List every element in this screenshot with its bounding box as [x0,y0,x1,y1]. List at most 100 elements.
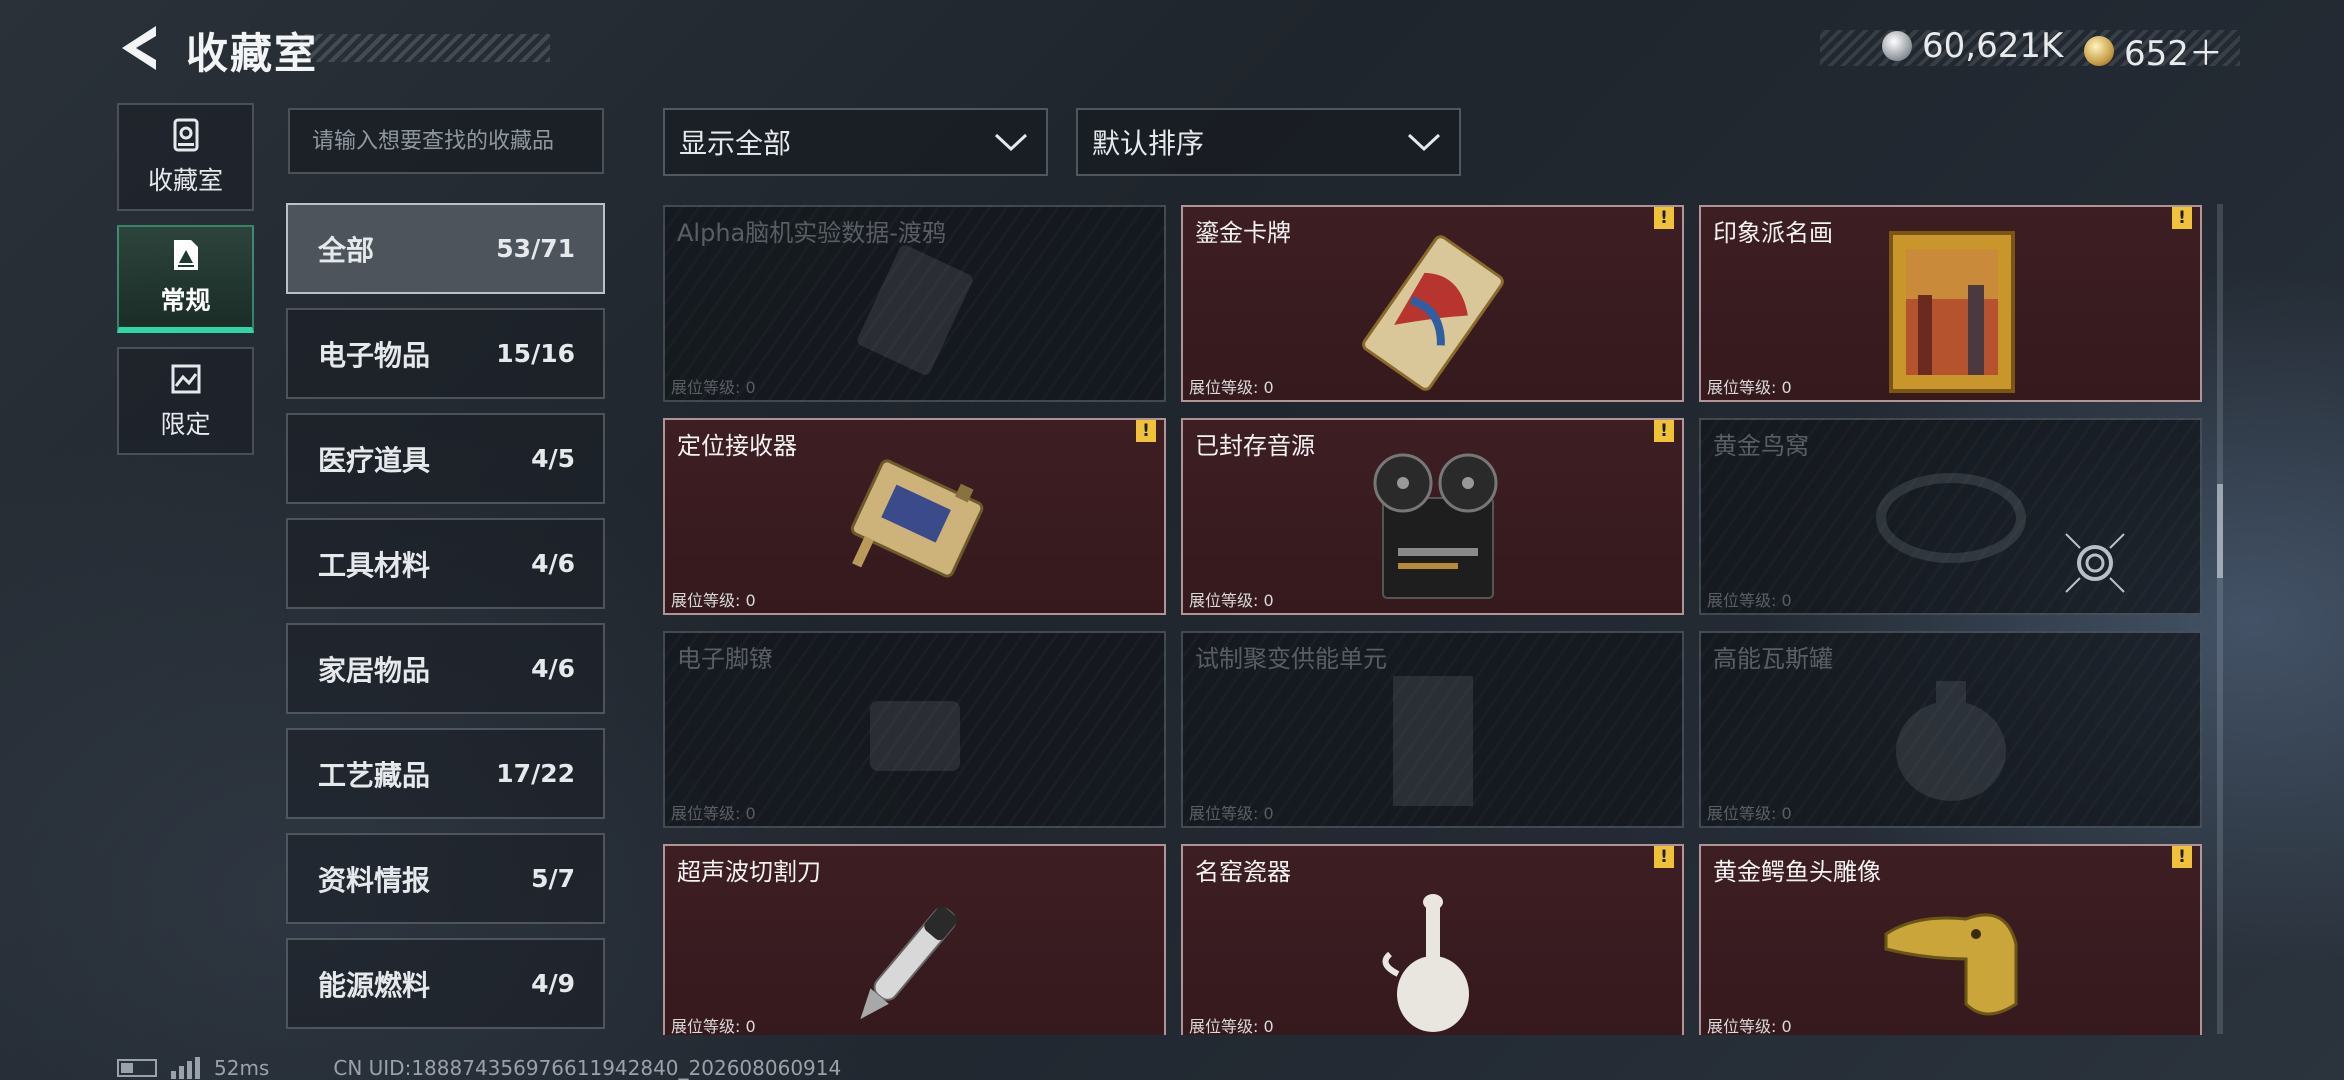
category-tools[interactable]: 工具材料 4/6 [286,518,605,609]
category-count: 53/71 [496,234,575,263]
ping-value: 52ms [214,1056,270,1080]
category-count: 15/16 [496,339,575,368]
side-nav-label: 常规 [160,286,211,315]
category-name: 电子物品 [318,338,431,372]
new-badge: ! [2172,207,2192,229]
data-drive-art [856,245,973,375]
chevron-down-icon [994,133,1028,152]
scrollbar-track[interactable] [2217,204,2223,1034]
category-count: 4/6 [531,549,575,578]
card-level: 展位等级: 0 [671,591,756,610]
category-all[interactable]: 全部 53/71 [286,203,605,294]
card-level: 展位等级: 0 [1189,804,1274,823]
category-count: 4/5 [531,444,575,473]
category-medical[interactable]: 医疗道具 4/5 [286,413,605,504]
card-name: 名窑瓷器 [1195,858,1291,886]
chevron-down-icon [1407,133,1441,152]
category-crafts[interactable]: 工艺藏品 17/22 [286,728,605,819]
category-energy[interactable]: 能源燃料 4/9 [286,938,605,1029]
crocodile-head-art [1884,913,2017,1016]
painting-art [1888,231,2015,393]
category-name: 医疗道具 [318,443,431,477]
back-arrow-icon[interactable] [116,22,162,74]
porcelain-art [1382,894,1469,1032]
category-name: 家居物品 [318,653,431,687]
knife-art [859,906,957,1020]
side-nav-vault[interactable]: 收藏室 [117,103,254,211]
collection-card[interactable]: 试制聚变供能单元 展位等级: 0 [1181,631,1684,828]
category-electronics[interactable]: 电子物品 15/16 [286,308,605,399]
card-level: 展位等级: 0 [671,378,756,397]
card-name: 鎏金卡牌 [1195,219,1291,247]
collection-card[interactable]: 黄金鳄鱼头雕像 ! 展位等级: 0 [1699,844,2202,1035]
new-badge: ! [1654,207,1674,229]
display-filter-value: 显示全部 [679,127,792,160]
collection-card[interactable]: 定位接收器 ! 展位等级: 0 [663,418,1166,615]
new-badge: ! [1136,420,1156,442]
collection-card[interactable]: 印象派名画 ! 展位等级: 0 [1699,205,2202,402]
card-name: 印象派名画 [1713,219,1833,247]
collection-card[interactable]: 电子脚镣 展位等级: 0 [663,631,1166,828]
shackle-art [869,701,960,771]
category-name: 工具材料 [318,548,431,582]
card-level: 展位等级: 0 [1189,1017,1274,1035]
silver-coin-icon [1882,31,1912,61]
vault-icon [173,118,198,152]
collection-grid: Alpha脑机实验数据-渡鸦 展位等级: 0 鎏金卡牌 ! 展位等级: 0 印象… [663,205,2203,1035]
category-name: 资料情报 [318,863,431,897]
scrollbar-thumb[interactable] [2217,484,2223,578]
category-intel[interactable]: 资料情报 5/7 [286,833,605,924]
card-name: 黄金鸟窝 [1713,432,1809,460]
gilded-card-art [1361,235,1504,391]
collection-card[interactable]: 鎏金卡牌 ! 展位等级: 0 [1181,205,1684,402]
new-badge: ! [1654,846,1674,868]
receiver-art [850,459,983,578]
category-name: 工艺藏品 [318,758,431,792]
side-nav-regular[interactable]: 常规 [117,225,254,333]
category-list: 全部 53/71 电子物品 15/16 医疗道具 4/5 工具材料 4/6 家居… [286,203,605,1043]
gold-coin-icon [2084,35,2114,66]
card-level: 展位等级: 0 [1707,804,1792,823]
sort-value: 默认排序 [1092,127,1205,160]
card-level: 展位等级: 0 [1707,1017,1792,1035]
status-footer: 52ms CN UID:188874356976611942840_202608… [117,1056,841,1080]
side-nav-label: 收藏室 [147,166,223,195]
tape-recorder-art [1373,453,1497,599]
gold-currency[interactable]: 652＋ [2084,26,2223,75]
collection-card[interactable]: 黄金鸟窝 展位等级: 0 [1699,418,2202,615]
collection-card[interactable]: 高能瓦斯罐 展位等级: 0 [1699,631,2202,828]
card-name: 试制聚变供能单元 [1195,645,1387,673]
fusion-unit-art [1392,676,1473,806]
card-name: 超声波切割刀 [677,858,821,886]
signal-icon [171,1057,200,1079]
card-level: 展位等级: 0 [671,1017,756,1035]
collection-card[interactable]: Alpha脑机实验数据-渡鸦 展位等级: 0 [663,205,1166,402]
category-count: 5/7 [531,864,575,893]
page-title: 收藏室 [186,29,319,78]
display-filter-dropdown[interactable]: 显示全部 [663,108,1048,176]
card-name: 高能瓦斯罐 [1713,645,1833,673]
sort-dropdown[interactable]: 默认排序 [1076,108,1461,176]
target-icon[interactable] [2062,530,2128,596]
category-name: 能源燃料 [318,968,431,1002]
card-level: 展位等级: 0 [1707,378,1792,397]
category-count: 4/6 [531,654,575,683]
collection-card[interactable]: 名窑瓷器 ! 展位等级: 0 [1181,844,1684,1035]
silver-currency: 60,621K [1882,26,2063,66]
silver-amount: 60,621K [1922,26,2064,66]
category-household[interactable]: 家居物品 4/6 [286,623,605,714]
picture-icon [171,364,200,394]
card-level: 展位等级: 0 [1707,591,1792,610]
side-nav-limited[interactable]: 限定 [117,347,254,455]
new-badge: ! [2172,846,2192,868]
user-uid: CN UID:188874356976611942840_20260806091… [333,1056,842,1080]
header-decoration [300,34,550,62]
card-name: 电子脚镣 [677,645,773,673]
collection-card[interactable]: 已封存音源 ! 展位等级: 0 [1181,418,1684,615]
nest-art [1875,473,2026,563]
search-input[interactable] [312,128,580,154]
category-count: 17/22 [496,759,575,788]
collection-card[interactable]: 超声波切割刀 展位等级: 0 [663,844,1166,1035]
side-nav-label: 限定 [160,410,211,439]
gas-canister-art [1895,681,2006,801]
